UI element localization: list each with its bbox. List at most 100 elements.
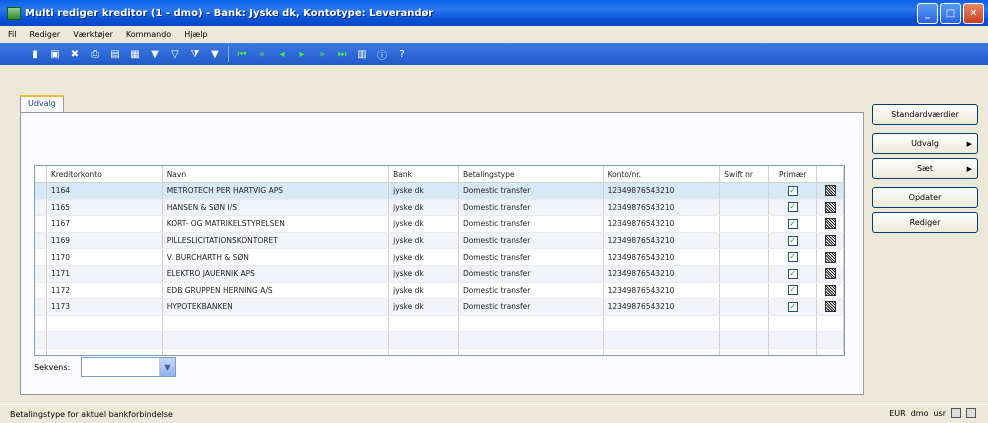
creditor-grid[interactable]: Kreditorkonto Navn Bank Betalingstype Ko… <box>34 165 845 356</box>
cell-kontonr[interactable] <box>604 315 721 332</box>
cell-navn[interactable]: ELEKTRO JAUERNIK APS <box>163 265 390 282</box>
row-selector[interactable] <box>35 332 47 348</box>
cell-betalingstype[interactable]: Domestic transfer <box>459 299 604 315</box>
row-selector[interactable] <box>35 315 47 332</box>
cell-betalingstype[interactable]: Domestic transfer <box>459 249 604 265</box>
maximize-icon[interactable]: □ <box>940 3 961 24</box>
cell-bank[interactable]: jyske dk <box>389 299 459 315</box>
remove-filter-icon[interactable]: ▼ <box>208 47 222 61</box>
next-page-icon[interactable]: » <box>315 47 329 61</box>
menu-rediger[interactable]: Rediger <box>29 30 60 39</box>
row-selector[interactable] <box>35 199 47 216</box>
col-header-betalingstype[interactable]: Betalingstype <box>459 166 604 182</box>
document-icon[interactable]: ▥ <box>355 47 369 61</box>
cell-swift[interactable] <box>720 232 770 249</box>
cell-bank[interactable] <box>389 315 459 332</box>
primaer-checkbox[interactable]: ✓ <box>787 285 798 296</box>
cell-betalingstype[interactable]: Domestic transfer <box>459 199 604 216</box>
menu-vaerktojer[interactable]: Værktøjer <box>73 30 113 39</box>
col-header-swift[interactable]: Swift nr <box>720 166 770 182</box>
status-grid-icon[interactable] <box>951 408 961 418</box>
cell-swift[interactable] <box>720 183 770 199</box>
cell-navn[interactable]: KORT- OG MATRIKELSTYRELSEN <box>163 216 390 232</box>
primaer-checkbox[interactable]: ✓ <box>787 202 798 213</box>
cell-kontonr[interactable]: 12349876543210 <box>604 183 721 199</box>
save-icon[interactable]: ▣ <box>48 47 62 61</box>
cell-navn[interactable]: PILLESLICITATIONSKONTORET <box>163 232 390 249</box>
primaer-checkbox[interactable]: ✓ <box>787 252 798 263</box>
last-record-icon[interactable]: ⏭ <box>335 47 349 61</box>
print-icon[interactable]: ⎙ <box>88 47 102 61</box>
cell-kreditorkonto[interactable]: 1164 <box>47 183 163 199</box>
cell-navn[interactable] <box>163 315 390 332</box>
cell-primaer[interactable] <box>769 348 818 355</box>
cell-betalingstype[interactable] <box>459 332 604 348</box>
cell-navn[interactable] <box>163 348 390 355</box>
cell-lookup[interactable] <box>817 299 844 315</box>
cell-kreditorkonto[interactable]: 1165 <box>47 199 163 216</box>
cell-bank[interactable] <box>389 348 459 355</box>
new-icon[interactable]: ▮ <box>28 47 42 61</box>
cell-kreditorkonto[interactable] <box>47 348 163 355</box>
cell-navn[interactable]: METROTECH PER HARTVIG APS <box>163 183 390 199</box>
cell-lookup[interactable] <box>817 282 844 299</box>
info-icon[interactable]: ⓘ <box>375 47 389 62</box>
first-record-icon[interactable]: ⏮ <box>235 47 249 61</box>
cell-betalingstype[interactable]: Domestic transfer <box>459 265 604 282</box>
cell-betalingstype[interactable]: Domestic transfer <box>459 183 604 199</box>
primaer-checkbox[interactable]: ✓ <box>787 185 798 196</box>
cell-primaer[interactable]: ✓ <box>769 249 818 265</box>
cell-swift[interactable] <box>720 265 770 282</box>
cell-swift[interactable] <box>720 216 770 232</box>
table-row[interactable]: 1165 HANSEN & SØN I/S jyske dk Domestic tra… <box>35 199 844 217</box>
opdater-button[interactable]: Opdater <box>872 187 978 208</box>
cell-lookup[interactable] <box>817 332 844 348</box>
cell-lookup[interactable] <box>817 216 844 232</box>
sekvens-select[interactable]: ▼ <box>81 357 176 377</box>
filter-icon[interactable]: ▼ <box>148 47 162 61</box>
col-header-bank[interactable]: Bank <box>389 166 459 182</box>
primaer-checkbox[interactable]: ✓ <box>787 235 798 246</box>
col-header-primaer[interactable]: Primær <box>769 166 818 182</box>
primaer-checkbox[interactable]: ✓ <box>787 301 798 312</box>
primaer-checkbox[interactable]: ✓ <box>787 218 798 229</box>
cell-primaer[interactable] <box>769 315 818 332</box>
help-icon[interactable]: ? <box>395 47 409 61</box>
cell-kreditorkonto[interactable]: 1170 <box>47 249 163 265</box>
row-selector[interactable] <box>35 183 47 199</box>
cell-swift[interactable] <box>720 199 770 216</box>
lookup-icon[interactable] <box>824 235 836 247</box>
cell-kontonr[interactable] <box>604 348 721 355</box>
row-selector[interactable] <box>35 299 47 315</box>
cell-bank[interactable]: jyske dk <box>389 249 459 265</box>
menu-kommando[interactable]: Kommando <box>126 30 171 39</box>
cell-lookup[interactable] <box>817 249 844 265</box>
cell-primaer[interactable]: ✓ <box>769 232 818 249</box>
cell-kreditorkonto[interactable]: 1167 <box>47 216 163 232</box>
cell-kontonr[interactable]: 12349876543210 <box>604 199 721 216</box>
cell-lookup[interactable] <box>817 199 844 216</box>
cell-betalingstype[interactable] <box>459 348 604 355</box>
row-selector[interactable] <box>35 249 47 265</box>
cell-kreditorkonto[interactable] <box>47 332 163 348</box>
rediger-button[interactable]: Rediger <box>872 212 978 233</box>
cell-lookup[interactable] <box>817 183 844 199</box>
lookup-icon[interactable] <box>824 218 836 230</box>
cell-betalingstype[interactable]: Domestic transfer <box>459 232 604 249</box>
cell-bank[interactable]: jyske dk <box>389 232 459 249</box>
cell-primaer[interactable]: ✓ <box>769 199 818 216</box>
cell-navn[interactable]: HYPOTEKBANKEN <box>163 299 390 315</box>
cell-navn[interactable]: HANSEN & SØN I/S <box>163 199 390 216</box>
cell-swift[interactable] <box>720 348 770 355</box>
previous-page-icon[interactable]: « <box>255 47 269 61</box>
previous-record-icon[interactable]: ◂ <box>275 47 289 61</box>
udvalg-button[interactable]: Udvalg ▶ <box>872 133 978 154</box>
cell-lookup[interactable] <box>817 232 844 249</box>
cell-primaer[interactable]: ✓ <box>769 265 818 282</box>
row-selector[interactable] <box>35 216 47 232</box>
lookup-icon[interactable] <box>824 201 836 213</box>
cell-betalingstype[interactable] <box>459 315 604 332</box>
lookup-icon[interactable] <box>824 185 836 197</box>
cell-bank[interactable]: jyske dk <box>389 199 459 216</box>
cell-kreditorkonto[interactable]: 1169 <box>47 232 163 249</box>
